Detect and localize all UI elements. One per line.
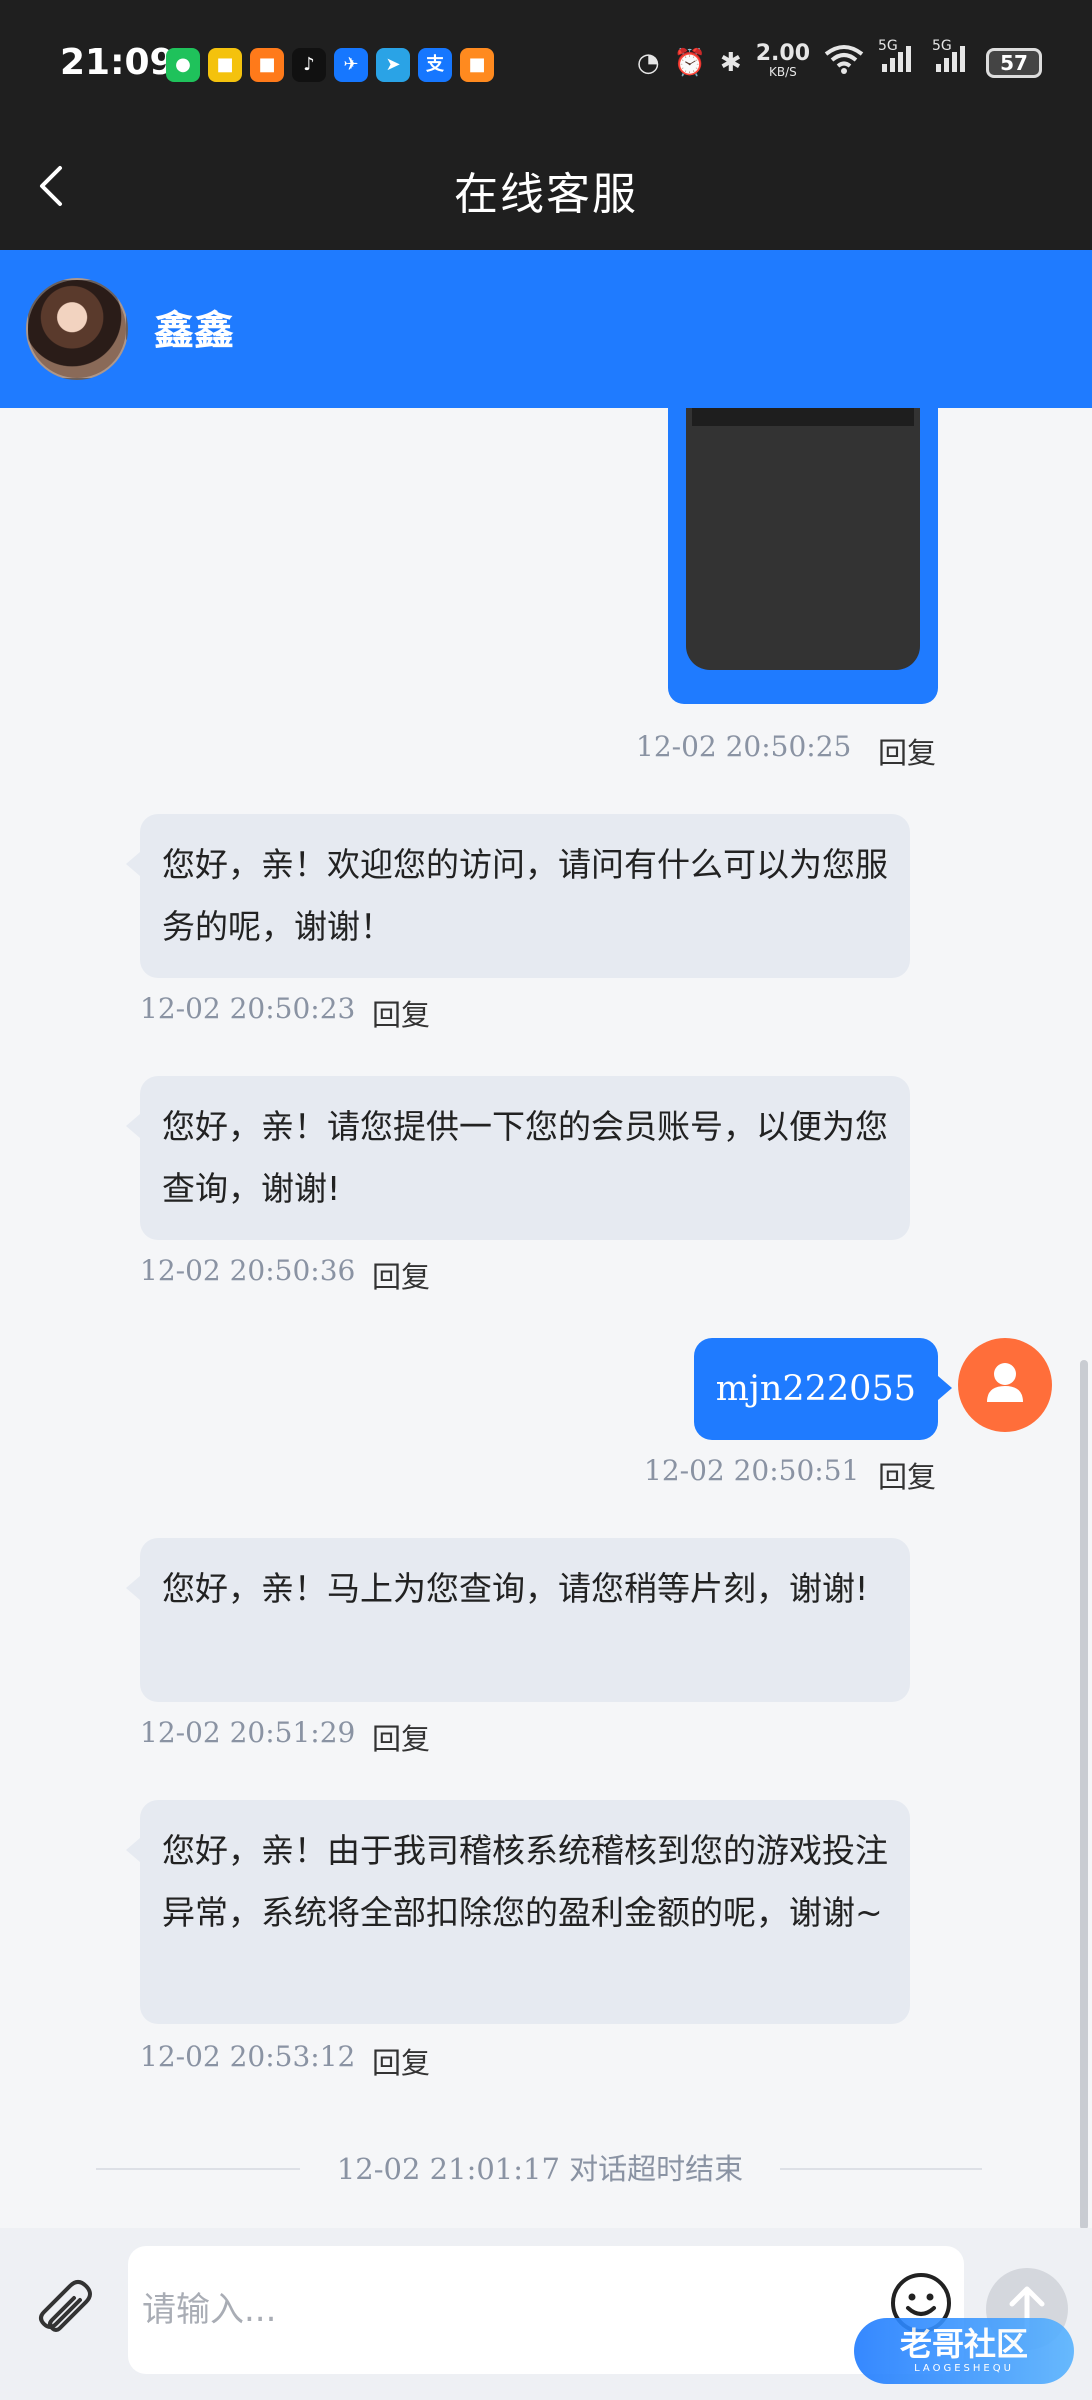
app-icon-orange: ■ xyxy=(250,48,284,82)
title-bar: 在线客服 xyxy=(0,124,1092,250)
watermark-subtitle: LAOGESHEQU xyxy=(914,2363,1014,2374)
alipay-icon: 支 xyxy=(418,48,452,82)
agent-avatar xyxy=(26,278,128,380)
agent-name: 鑫鑫 xyxy=(154,308,234,354)
system-icons: ◔ ⏰ ✱ 2.00 KB/S 5G 5G 57 xyxy=(636,38,1042,81)
status-bar: 21:09 ● ■ ■ ♪ ✈ ➤ 支 ■ ◔ ⏰ ✱ 2.00 KB/S 5G 5G 57 xyxy=(0,0,1092,124)
tiktok-icon: ♪ xyxy=(292,48,326,82)
user-icon xyxy=(987,1363,1023,1402)
reply-button[interactable]: 回复 xyxy=(878,730,936,772)
paperclip-icon xyxy=(39,2280,92,2332)
sim1-label: 5G xyxy=(878,38,898,54)
status-time: 21:09 xyxy=(60,42,175,83)
screenshot-thumbnail xyxy=(686,408,920,670)
reply-button[interactable]: 回复 xyxy=(878,1454,936,1496)
notification-icons: ● ■ ■ ♪ ✈ ➤ 支 ■ xyxy=(166,48,494,82)
message-timestamp: 12-02 20:51:29 xyxy=(140,1716,356,1749)
watermark-title: 老哥社区 xyxy=(899,2325,1028,2363)
watermark-logo: 老哥社区 LAOGESHEQU xyxy=(854,2318,1074,2384)
wifi-icon xyxy=(824,44,864,81)
sim2-label: 5G xyxy=(932,38,952,54)
reply-button[interactable]: 回复 xyxy=(372,2040,430,2082)
app-icon-yellow: ■ xyxy=(208,48,242,82)
user-avatar xyxy=(958,1338,1052,1432)
agent-header: 鑫鑫 xyxy=(0,250,1092,408)
signal-icon-sim2: 5G xyxy=(932,38,972,81)
thumbnail-caption-strip xyxy=(692,408,914,426)
app-icon-blue: ✈ xyxy=(334,48,368,82)
chat-messages[interactable]: 12-02 20:50:25 回复 您好，亲！欢迎您的访问，请问有什么可以为您服… xyxy=(0,408,1092,2228)
user-message-bubble: mjn222055 xyxy=(693,1338,953,1440)
scrollbar[interactable] xyxy=(1080,1360,1088,2230)
app-icon-orange-2: ■ xyxy=(460,48,494,82)
telegram-icon: ➤ xyxy=(376,48,410,82)
network-speed: 2.00 KB/S xyxy=(756,42,810,81)
message-timestamp: 12-02 20:53:12 xyxy=(140,2040,356,2073)
battery-icon: 57 xyxy=(986,47,1042,78)
reply-button[interactable]: 回复 xyxy=(372,1716,430,1758)
page-title: 在线客服 xyxy=(454,169,638,220)
session-end-text: 对话超时结束 xyxy=(569,2152,744,2186)
agent-message-bubble: 您好，亲！马上为您查询，请您稍等片刻，谢谢! xyxy=(126,1538,910,1702)
alarm-icon: ⏰ xyxy=(673,47,706,78)
message-timestamp: 12-02 20:50:51 xyxy=(644,1454,860,1487)
wechat-icon: ● xyxy=(166,48,200,82)
reply-button[interactable]: 回复 xyxy=(372,992,430,1034)
bluetooth-icon: ✱ xyxy=(719,47,742,78)
message-input[interactable] xyxy=(128,2246,964,2374)
attach-button[interactable] xyxy=(30,2278,100,2348)
agent-message-bubble: 您好，亲！欢迎您的访问，请问有什么可以为您服务的呢，谢谢！ xyxy=(126,814,910,978)
message-timestamp: 12-02 20:50:36 xyxy=(140,1254,356,1287)
speedometer-icon: ◔ xyxy=(636,47,660,78)
session-end-notice: 12-02 21:01:17 对话超时结束 xyxy=(300,2146,780,2188)
agent-message-bubble: 您好，亲！由于我司稽核系统稽核到您的游戏投注异常，系统将全部扣除您的盈利金额的呢… xyxy=(126,1800,910,2024)
signal-icon-sim1: 5G xyxy=(878,38,918,81)
image-message-bubble[interactable] xyxy=(668,408,938,704)
session-end-time: 12-02 21:01:17 xyxy=(336,2152,560,2186)
reply-button[interactable]: 回复 xyxy=(372,1254,430,1296)
message-timestamp: 12-02 20:50:23 xyxy=(140,992,356,1025)
speed-value: 2.00 xyxy=(755,40,810,66)
agent-message-bubble: 您好，亲！请您提供一下您的会员账号，以便为您查询，谢谢! xyxy=(126,1076,910,1240)
message-timestamp: 12-02 20:50:25 xyxy=(636,730,852,763)
